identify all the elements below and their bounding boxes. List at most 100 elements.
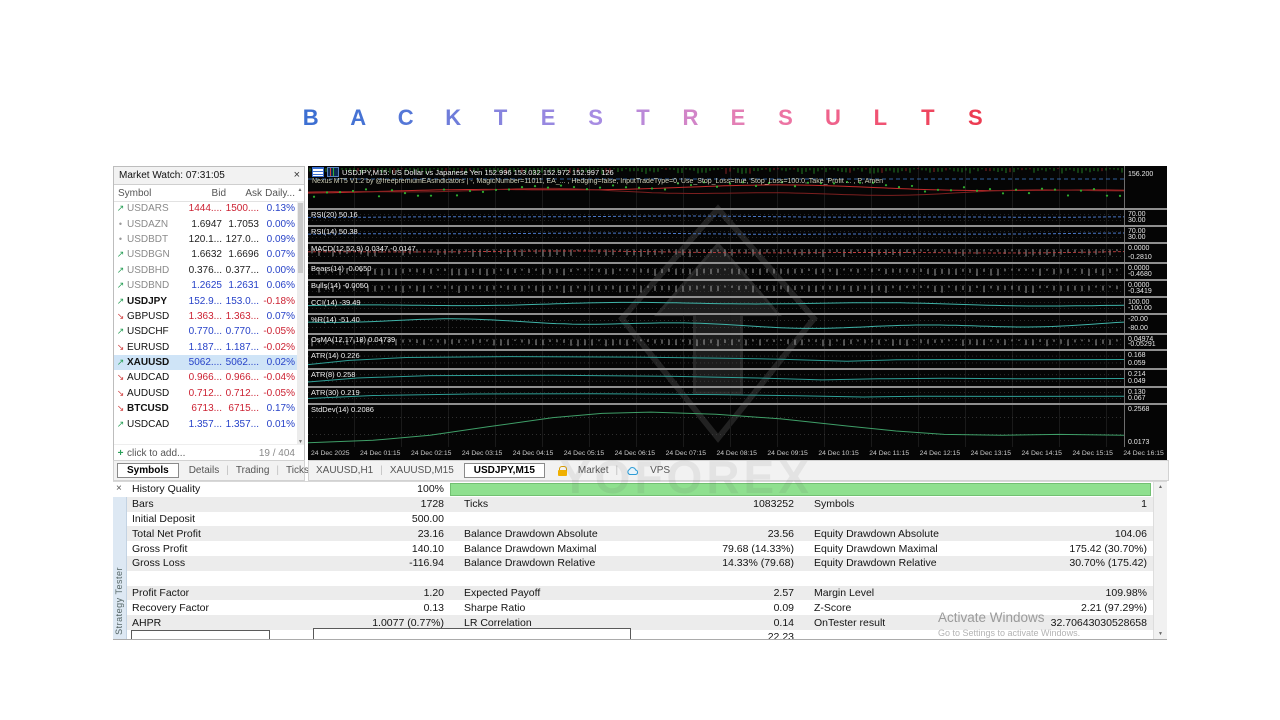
market-watch-row[interactable]: ↘BTCUSD6713...6715...0.17% — [114, 401, 297, 416]
price-scale[interactable]: 100.00-100.00 — [1124, 298, 1167, 313]
tab-xauusd-h1[interactable]: XAUUSD,H1 — [309, 465, 380, 476]
market-watch-row[interactable]: ↗USDARS1444....1500....0.13% — [114, 201, 297, 216]
time-label: 24 Dec 15:15 — [1072, 450, 1112, 457]
tab-usdjpy-m15[interactable]: USDJPY,M15 — [464, 463, 545, 478]
results-row — [126, 571, 1154, 586]
result-label: Profit Factor — [126, 587, 348, 599]
market-watch-row[interactable]: ↘GBPUSD1.363...1.363...0.07% — [114, 309, 297, 324]
indicator-pane[interactable]: ATR(30) 0.2190.1300.067 — [308, 386, 1167, 403]
result-value: 140.10 — [348, 543, 450, 555]
market-watch-row[interactable]: •USDAZN1.69471.70530.00% — [114, 216, 297, 231]
quotes-grid-icon[interactable] — [312, 167, 324, 177]
scroll-down-icon[interactable]: ▼ — [1154, 631, 1167, 637]
result-value: 14.33% (79.68) — [700, 557, 800, 569]
price-scale[interactable]: -20.00-80.00 — [1124, 315, 1167, 333]
indicator-label: CCI(14) -39.49 — [311, 299, 361, 307]
daily-change: 0.06% — [259, 280, 297, 291]
bid-value: 5062.... — [184, 357, 222, 368]
market-watch-rows: ↗USDARS1444....1500....0.13%•USDAZN1.694… — [114, 201, 297, 445]
column-bid[interactable]: Bid — [188, 188, 226, 199]
price-scale[interactable]: 0.0000-0.4680 — [1124, 264, 1167, 279]
indicator-pane[interactable]: OsMA(12,17,18) 0.047390.04974-0.05291 — [308, 333, 1167, 349]
up-arrow-icon: ↗ — [114, 280, 127, 291]
tab-details[interactable]: Details — [182, 465, 227, 476]
chart-window[interactable]: 156.200RSI(20) 50.1670.0030.00RSI(14) 50… — [308, 166, 1167, 460]
price-scale[interactable]: 0.04974-0.05291 — [1124, 335, 1167, 349]
indicator-pane[interactable]: Bears(14) -0.06500.0000-0.4680 — [308, 262, 1167, 279]
price-scale[interactable]: 70.0030.00 — [1124, 210, 1167, 225]
market-watch-row[interactable]: ↗USDBGN1.66321.66960.07% — [114, 247, 297, 262]
market-watch-row[interactable]: ↗USDBND1.26251.26310.06% — [114, 278, 297, 293]
market-watch-row[interactable]: ↗XAUUSD5062....5062....0.02% — [114, 355, 297, 370]
result-label: Total Net Profit — [126, 528, 348, 540]
market-watch-row[interactable]: ↗USDBHD0.376...0.377...0.00% — [114, 263, 297, 278]
page: BACKTESTRESULTS Market Watch: 07:31:05 ×… — [0, 0, 1280, 720]
scrollbar-thumb[interactable] — [298, 203, 303, 273]
title-letter: U — [809, 105, 856, 133]
chart-type-icon[interactable] — [327, 167, 339, 177]
market-watch-scrollbar[interactable]: ▼ — [297, 201, 304, 445]
market-watch-row[interactable]: ↘AUDUSD0.712...0.712...-0.05% — [114, 386, 297, 401]
indicator-pane[interactable]: ATR(8) 0.258 0.2140.049 — [308, 368, 1167, 386]
market-watch-row[interactable]: ↗USDJPY152.9...153.0...-0.18% — [114, 293, 297, 308]
results-scrollbar[interactable]: ▲ ▼ — [1153, 482, 1167, 639]
indicator-pane[interactable]: RSI(20) 50.1670.0030.00 — [308, 208, 1167, 225]
market-watch-row[interactable]: ↗USDCHF0.770...0.770...-0.05% — [114, 324, 297, 339]
ask-value: 153.0... — [222, 296, 259, 307]
down-arrow-icon: ↘ — [114, 311, 127, 322]
price-scale[interactable]: 0.1680.059 — [1124, 351, 1167, 368]
indicator-pane[interactable]: ATR(14) 0.2260.1680.059 — [308, 349, 1167, 368]
result-value: 2.21 (97.29%) — [1043, 602, 1153, 614]
time-label: 24 Dec 02:15 — [411, 450, 451, 457]
ask-value: 1.7053 — [222, 219, 259, 230]
indicator-pane[interactable]: StdDev(14) 0.20860.25680.0173 — [308, 403, 1167, 447]
add-symbol-icon[interactable]: + — [114, 448, 127, 459]
indicator-pane[interactable]: RSI(14) 50.3870.0030.00 — [308, 225, 1167, 242]
close-icon[interactable]: × — [294, 167, 300, 184]
indicator-label: ATR(8) 0.258 — [311, 371, 355, 379]
ea-settings-text: Nexus MT5 V1.2 by @freepremiumEAsindicat… — [312, 178, 1124, 185]
scroll-up-icon[interactable]: ▲ — [296, 187, 304, 193]
price-scale[interactable]: 0.0000-0.3419 — [1124, 281, 1167, 296]
title-letter: C — [382, 105, 429, 133]
price-scale[interactable]: 0.0000-0.2810 — [1124, 244, 1167, 262]
down-arrow-icon: ↘ — [114, 388, 127, 399]
scale-value: 0.067 — [1128, 395, 1146, 402]
clipped-box — [313, 628, 631, 640]
indicator-pane[interactable]: Bulls(14) -0.00500.0000-0.3419 — [308, 279, 1167, 296]
market-watch-row[interactable]: ↗USDCAD1.357...1.357...0.01% — [114, 416, 297, 431]
column-symbol[interactable]: Symbol — [114, 188, 188, 199]
market-watch-row[interactable]: ↘AUDCAD0.966...0.966...-0.04% — [114, 370, 297, 385]
symbol-name: USDBGN — [127, 249, 184, 260]
tab-trading[interactable]: Trading — [229, 465, 277, 476]
column-ask[interactable]: Ask — [226, 188, 262, 199]
scale-value: -20.00 — [1128, 316, 1148, 323]
results-row: Total Net Profit23.16Balance Drawdown Ab… — [126, 526, 1154, 541]
pane-plot: Bulls(14) -0.0050 — [308, 281, 1124, 296]
add-symbol-label[interactable]: click to add... — [127, 448, 259, 459]
strategy-tester-tab[interactable]: Strategy Tester — [113, 497, 127, 639]
tab-xauusd-m15[interactable]: XAUUSD,M15 — [383, 465, 461, 476]
market-watch-row[interactable]: •USDBDT120.1...127.0...0.09% — [114, 232, 297, 247]
indicator-pane[interactable]: CCI(14) -39.49 100.00-100.00 — [308, 296, 1167, 313]
daily-change: -0.04% — [259, 372, 297, 383]
price-scale[interactable]: 0.1300.067 — [1124, 388, 1167, 403]
daily-change: 0.01% — [259, 419, 297, 430]
up-arrow-icon: ↗ — [114, 296, 127, 307]
title-letter: K — [429, 105, 476, 133]
symbol-name: USDAZN — [127, 219, 184, 230]
tab-symbols[interactable]: Symbols — [117, 463, 179, 478]
indicator-pane[interactable]: MACD(12,52,9) 0.0347 -0.01470.0000-0.281… — [308, 242, 1167, 262]
price-scale[interactable]: 70.0030.00 — [1124, 227, 1167, 242]
price-scale[interactable]: 156.200 — [1124, 166, 1167, 208]
results-row: Gross Profit140.10Balance Drawdown Maxim… — [126, 541, 1154, 556]
price-scale[interactable]: 0.2140.049 — [1124, 370, 1167, 386]
price-scale[interactable]: 0.25680.0173 — [1124, 405, 1167, 447]
scroll-up-icon[interactable]: ▲ — [1154, 484, 1167, 490]
close-panel-icon[interactable]: × — [116, 483, 122, 494]
scale-value: 0.0000 — [1128, 245, 1149, 252]
market-watch-row[interactable]: ↘EURUSD1.187...1.187...-0.02% — [114, 340, 297, 355]
indicator-pane[interactable]: %R(14) -51.40-20.00-80.00 — [308, 313, 1167, 333]
pane-plot: ATR(30) 0.219 — [308, 388, 1124, 403]
title-letter: S — [952, 105, 999, 133]
